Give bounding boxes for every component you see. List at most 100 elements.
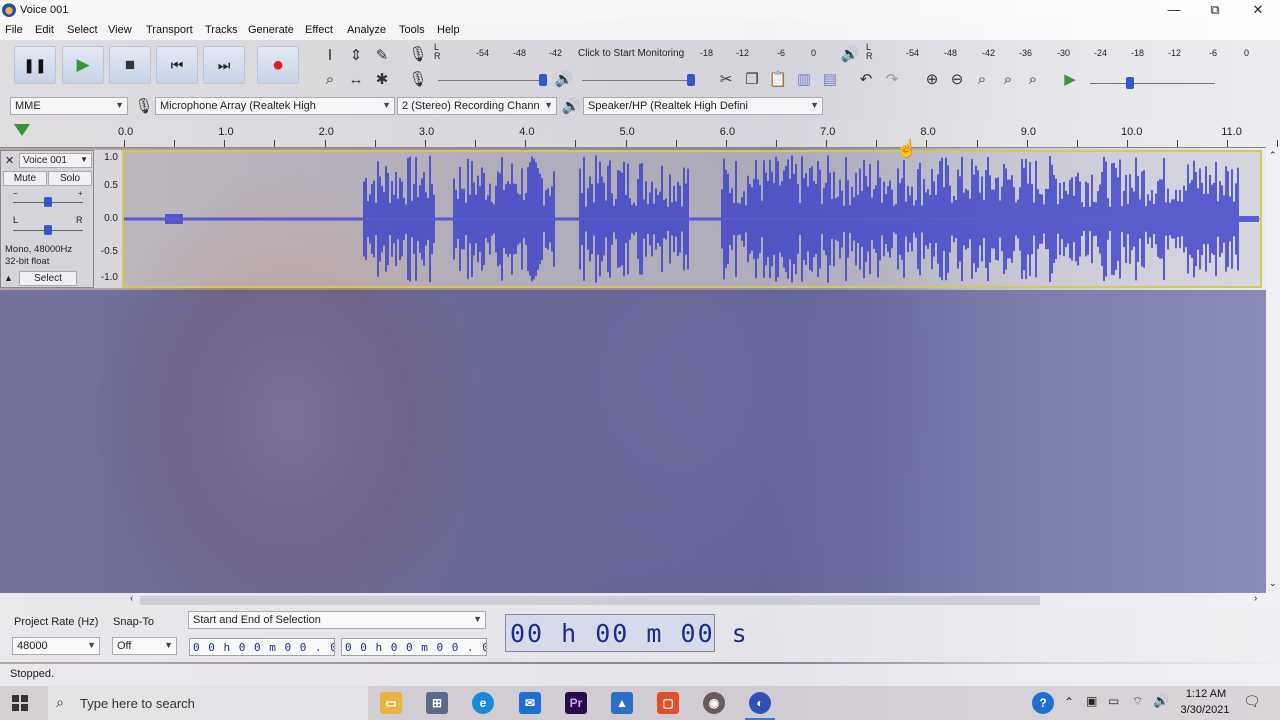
scale-label: 0.5 — [104, 180, 118, 191]
pin-play-head-icon[interactable] — [14, 124, 30, 136]
undo-icon[interactable]: ↶ — [854, 68, 878, 90]
skip-to-start-button[interactable]: ⏮ — [156, 46, 198, 84]
play-at-speed-icon[interactable]: ▶ — [1058, 68, 1082, 90]
draw-tool-icon[interactable]: ✎ — [370, 44, 394, 66]
cut-icon[interactable]: ✂ — [714, 68, 738, 90]
start-monitoring-text[interactable]: Click to Start Monitoring — [578, 48, 684, 59]
playback-device-select[interactable]: Speaker/HP (Realtek High Defini ▼ — [583, 97, 823, 115]
chevron-up-icon[interactable]: ⌃ — [1064, 695, 1074, 709]
track-select-button[interactable]: Select — [19, 271, 77, 286]
skip-to-end-button[interactable]: ⏭ — [203, 46, 245, 84]
edge-browser-icon[interactable]: e — [472, 692, 494, 714]
media-player-icon[interactable]: ◉ — [703, 692, 725, 714]
scroll-up-icon[interactable]: ⌃ — [1269, 150, 1277, 161]
zoom-tool-icon[interactable]: ⌕ — [318, 68, 342, 90]
menu-edit[interactable]: Edit — [35, 24, 54, 36]
maximize-button[interactable]: ⧉ — [1193, 0, 1237, 22]
menu-tools[interactable]: Tools — [399, 24, 425, 36]
audacity-taskbar-icon[interactable]: ◐ — [749, 692, 771, 714]
zoom-out-icon[interactable]: ⊖ — [945, 68, 969, 90]
taskbar-search-box[interactable]: ⌕ Type here to search — [48, 686, 368, 720]
snap-to-select[interactable]: Off ▼ — [112, 637, 177, 655]
timeline-ruler[interactable]: 0.0 1.0 2.0 3.0 4.0 5.0 6.0 7.0 8.0 9.0 10.0 11.0 — [0, 120, 1279, 148]
zoom-toggle-icon[interactable]: ⌕ — [1021, 68, 1045, 90]
scroll-right-icon[interactable]: › — [1254, 593, 1257, 604]
gain-slider-thumb[interactable] — [44, 197, 52, 207]
redo-icon[interactable]: ↷ — [880, 68, 904, 90]
paste-icon[interactable]: 📋 — [766, 68, 790, 90]
clock-date[interactable]: 3/30/2021 — [1174, 704, 1236, 716]
solo-button[interactable]: Solo — [48, 171, 92, 186]
selection-mode-select[interactable]: Start and End of Selection ▼ — [188, 611, 486, 629]
amplitude-scale[interactable]: 1.0 0.5 0.0 -0.5 -1.0 — [94, 150, 122, 288]
recording-device-select[interactable]: Microphone Array (Realtek High ▼ — [155, 97, 395, 115]
record-volume-thumb[interactable] — [539, 74, 547, 86]
record-meter-mic-icon[interactable]: 🎙 — [406, 43, 430, 65]
audio-host-select[interactable]: MME ▼ — [10, 97, 128, 115]
playback-volume-thumb[interactable] — [687, 74, 695, 86]
premiere-pro-icon[interactable]: Pr — [565, 692, 587, 714]
play-button[interactable]: ▶ — [62, 46, 104, 84]
menu-effect[interactable]: Effect — [305, 24, 333, 36]
envelope-tool-icon[interactable]: ⇕ — [344, 44, 368, 66]
collapse-track-icon[interactable]: ▲ — [4, 273, 13, 283]
time-shift-tool-icon[interactable]: ↔ — [344, 68, 368, 90]
scroll-down-icon[interactable]: ⌄ — [1269, 578, 1277, 589]
battery-icon[interactable]: ▭ — [1108, 694, 1119, 708]
fit-selection-icon[interactable]: ⌕ — [970, 68, 994, 90]
menu-analyze[interactable]: Analyze — [347, 24, 386, 36]
vertical-scrollbar[interactable]: ⌃ ⌄ — [1266, 150, 1280, 595]
selection-end-time[interactable]: 0 0 h 0 0 m 0 0 . 0 0 0 s — [341, 638, 487, 656]
fit-project-icon[interactable]: ⌕ — [996, 68, 1020, 90]
scroll-left-icon[interactable]: ‹ — [130, 593, 133, 604]
menu-help[interactable]: Help — [437, 24, 460, 36]
horizontal-scroll-thumb[interactable] — [140, 596, 1040, 605]
trim-audio-icon[interactable]: ▥ — [792, 68, 816, 90]
volume-icon[interactable]: 🔊 — [1153, 693, 1169, 709]
silence-audio-icon[interactable]: ▤ — [818, 68, 842, 90]
notifications-icon[interactable]: 🗨 — [1243, 693, 1261, 710]
help-tray-icon[interactable]: ? — [1032, 692, 1054, 714]
empty-track-area[interactable] — [0, 290, 1266, 593]
menu-tracks[interactable]: Tracks — [205, 24, 238, 36]
meet-now-icon[interactable]: ▣ — [1086, 694, 1097, 708]
microsoft-store-icon[interactable]: ⊞ — [426, 692, 448, 714]
menu-select[interactable]: Select — [67, 24, 98, 36]
close-button[interactable]: ✕ — [1236, 0, 1280, 22]
track-name-menu[interactable]: Voice 001 ▼ — [19, 153, 92, 168]
audio-position-display[interactable]: 00 h 00 m 00 s — [505, 614, 747, 652]
play-speed-slider[interactable] — [1090, 83, 1215, 84]
record-volume-slider[interactable] — [438, 80, 546, 81]
mail-icon[interactable]: ✉ — [519, 692, 541, 714]
office-icon[interactable]: ▢ — [657, 692, 679, 714]
file-explorer-icon[interactable]: ▭ — [380, 692, 402, 714]
wifi-icon[interactable]: ⌔ — [1132, 694, 1143, 709]
photos-icon[interactable]: ▲ — [611, 692, 633, 714]
play-speed-thumb[interactable] — [1126, 77, 1134, 89]
multi-tool-icon[interactable]: ✱ — [370, 68, 394, 90]
recording-channels-select[interactable]: 2 (Stereo) Recording Chann ▼ — [397, 97, 557, 115]
pause-icon: ❚❚ — [23, 56, 47, 73]
menu-transport[interactable]: Transport — [146, 24, 193, 36]
waveform-area[interactable] — [122, 150, 1262, 288]
selection-tool-icon[interactable]: Ⅰ — [318, 44, 342, 66]
menu-view[interactable]: View — [108, 24, 132, 36]
pan-slider-thumb[interactable] — [44, 225, 52, 235]
project-rate-select[interactable]: 48000 ▼ — [12, 637, 100, 655]
scale-label: 1.0 — [104, 152, 118, 163]
menu-file[interactable]: File — [5, 24, 23, 36]
playback-volume-slider[interactable] — [582, 80, 692, 81]
clock-time[interactable]: 1:12 AM — [1178, 688, 1234, 700]
zoom-in-icon[interactable]: ⊕ — [920, 68, 944, 90]
copy-icon[interactable]: ❐ — [740, 68, 764, 90]
minimize-button[interactable]: — — [1152, 0, 1196, 22]
playback-meter-speaker-icon[interactable]: 🔊 — [838, 43, 862, 65]
track-close-icon[interactable]: ✕ — [5, 154, 14, 167]
mute-button[interactable]: Mute — [3, 171, 47, 186]
menu-generate[interactable]: Generate — [248, 24, 294, 36]
windows-start-icon[interactable] — [12, 695, 28, 711]
stop-button[interactable]: ■ — [109, 46, 151, 84]
selection-start-time[interactable]: 0 0 h 0 0 m 0 0 . 0 0 0 s — [189, 638, 335, 656]
pause-button[interactable]: ❚❚ — [14, 46, 56, 84]
record-button[interactable]: ● — [257, 46, 299, 84]
